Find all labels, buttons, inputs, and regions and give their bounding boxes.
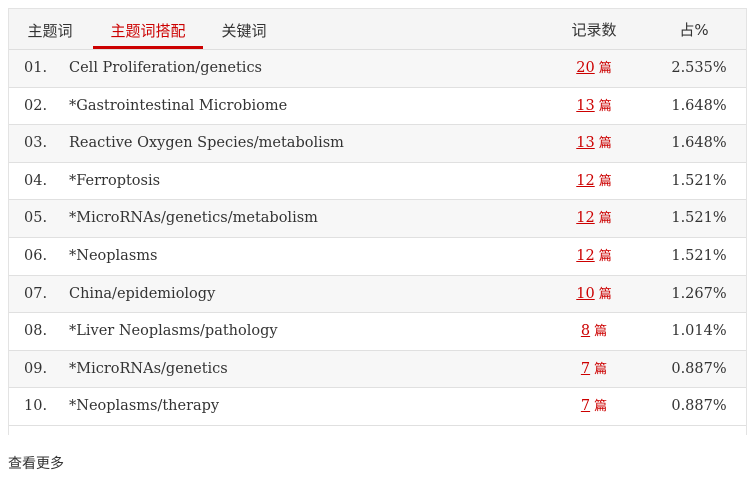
record-count-link[interactable]: 12 [576,173,594,189]
subject-term-panel: 主题词 主题词搭配 关键词 记录数 占% 01. Cell Proliferat… [8,8,747,435]
table-row: 02. *Gastrointestinal Microbiome 13 篇 1.6… [9,87,746,126]
count-unit: 篇 [598,136,612,152]
record-count: 7篇 [564,388,624,426]
count-unit: 篇 [598,61,612,76]
tab-subject-terms[interactable]: 主题词 [15,9,85,49]
percent-value: 1.648% [671,135,727,152]
row-number: 04. [24,172,48,189]
record-count: 13 篇 [564,88,624,126]
record-count-link[interactable]: 12 [576,248,594,264]
view-more-link[interactable]: 查看更多 [8,453,64,473]
count-unit: 篇 [594,324,608,340]
term-label: Reactive Oxygen Species/metabolism [69,135,344,152]
percent-value: 0.887% [671,398,727,415]
record-count: 12 篇 [564,163,624,201]
row-number: 05. [24,210,48,227]
row-number: 07. [24,285,48,302]
record-count: 10 篇 [564,276,624,314]
term-label: *Gastrointestinal Microbiome [69,97,288,114]
record-count: 20 篇 [564,50,624,88]
row-number: 08. [24,323,48,340]
term-label: *MicroRNAs/genetics [69,360,228,377]
count-unit: 篇 [598,98,612,114]
percent-value: 1.521% [671,172,727,189]
record-count-link[interactable]: 13 [576,135,594,151]
table-row: 05. *MicroRNAs/genetics/metabolism 12 篇 1… [9,200,746,238]
term-label: China/epidemiology [69,285,216,302]
table-row: 08. *Liver Neoplasms/pathology 8篇 1.014% [9,313,746,351]
percent-value: 1.521% [671,210,727,227]
table-row: 03. Reactive Oxygen Species/metabolism 1… [9,125,746,163]
record-count: 13 篇 [564,125,624,163]
table-row: 01. Cell Proliferation/genetics 20 篇 2.53… [9,50,746,88]
row-number: 03. [24,135,48,152]
row-number: 06. [24,247,48,264]
percent-value: 1.267% [671,285,727,302]
percent-value: 1.521% [671,247,727,264]
record-count-link[interactable]: 20 [576,60,594,76]
term-label: *Ferroptosis [69,172,161,189]
percent-value: 1.014% [671,323,727,340]
term-label: *Neoplasms [69,247,158,264]
term-label: *Liver Neoplasms/pathology [69,323,278,340]
term-label: *Neoplasms/therapy [69,398,220,415]
table-row: 06. *Neoplasms 12 篇 1.521% [9,237,746,276]
panel-header: 主题词 主题词搭配 关键词 记录数 占% [9,9,746,50]
record-count: 8篇 [564,313,624,351]
percent-value: 0.887% [671,360,727,377]
table-row: 07. China/epidemiology 10 篇 1.267% [9,275,746,314]
record-count-link[interactable]: 7 [581,361,590,377]
record-count: 12 篇 [564,238,624,276]
count-unit: 篇 [598,173,612,189]
row-number: 01. [24,60,48,76]
table-row: 09. *MicroRNAs/genetics 7篇 0.887% [9,350,746,389]
term-label: Cell Proliferation/genetics [69,60,263,76]
term-label: *MicroRNAs/genetics/metabolism [69,210,318,227]
percent-value: 1.648% [671,97,727,114]
record-count: 12 篇 [564,200,624,238]
record-count-link[interactable]: 12 [576,210,594,226]
count-unit: 篇 [594,399,608,415]
tab-keywords[interactable]: 关键词 [209,9,279,49]
row-number: 02. [24,97,48,114]
record-count: 7篇 [564,351,624,389]
count-unit: 篇 [598,211,612,227]
record-count-link[interactable]: 8 [581,323,590,339]
count-unit: 篇 [594,361,608,377]
column-header-percent: 占% [679,21,709,39]
record-count-link[interactable]: 10 [576,286,594,302]
row-number: 10. [24,398,48,415]
tab-subject-term-combinations[interactable]: 主题词搭配 [93,9,203,49]
count-unit: 篇 [598,286,612,302]
row-number: 09. [24,360,48,377]
percent-value: 2.535% [671,60,727,76]
table-row: 10. *Neoplasms/therapy 7篇 0.887% [9,388,746,426]
column-header-record-count: 记录数 [571,21,617,39]
term-table: 01. Cell Proliferation/genetics 20 篇 2.53… [9,50,746,426]
record-count-link[interactable]: 13 [576,98,594,114]
table-row: 04. *Ferroptosis 12 篇 1.521% [9,162,746,201]
record-count-link[interactable]: 7 [581,398,590,414]
count-unit: 篇 [598,248,612,264]
